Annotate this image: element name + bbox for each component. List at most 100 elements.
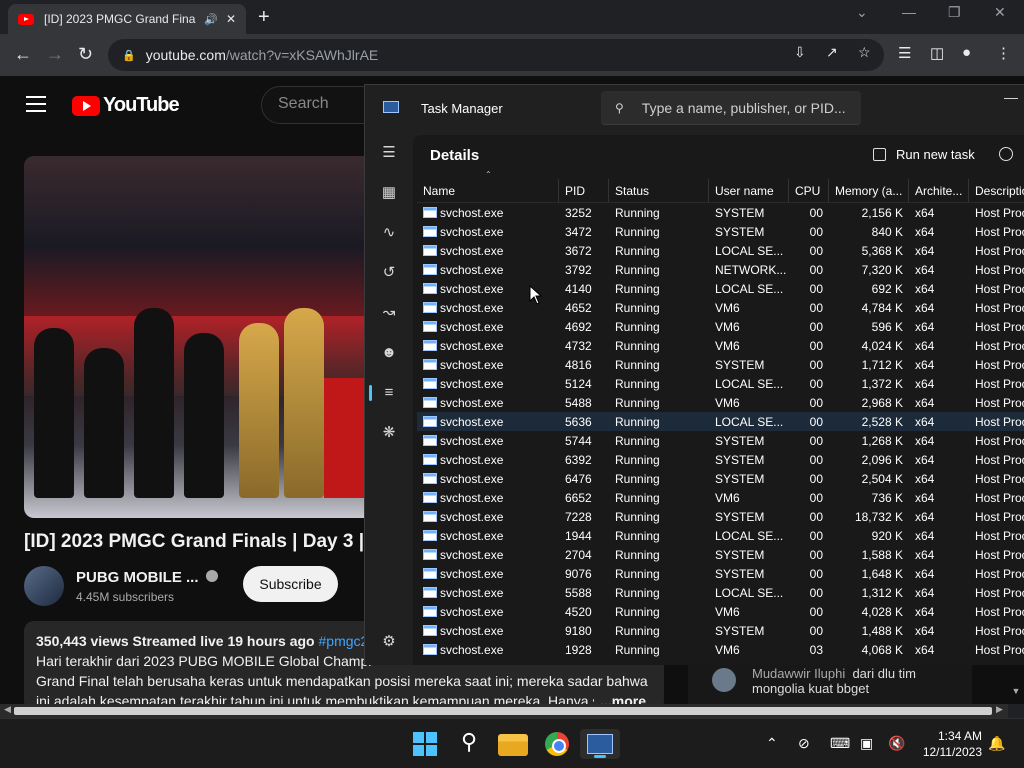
video-player[interactable] [24, 156, 364, 518]
hamburger-icon[interactable]: ☰ [379, 143, 399, 163]
file-explorer-icon[interactable] [498, 729, 528, 759]
table-cell-pid: 1944 [565, 529, 592, 543]
close-tab-icon[interactable]: ✕ [226, 12, 236, 26]
table-row[interactable]: svchost.exe 1928 Running VM6 03 4,068 K x64 Hos… [417, 640, 1024, 659]
chrome-menu-icon[interactable]: ⋮ [996, 44, 1011, 62]
run-new-task-button[interactable]: Run new task [873, 147, 975, 162]
speaker-icon[interactable]: 🔊 [204, 13, 218, 26]
table-row[interactable]: svchost.exe 4652 Running VM6 00 4,784 K x64 Hos… [417, 298, 1024, 317]
table-row[interactable]: svchost.exe 5744 Running SYSTEM 00 1,268 K x64… [417, 431, 1024, 450]
table-cell-user: VM6 [715, 396, 740, 410]
profile-icon[interactable]: ● [962, 44, 971, 61]
restore-icon[interactable]: ❐ [948, 4, 961, 21]
channel-name[interactable]: PUBG MOBILE ... [76, 569, 199, 586]
column-header-user[interactable]: User name [709, 179, 789, 202]
table-row[interactable]: svchost.exe 3672 Running LOCAL SE... 00 5,368… [417, 241, 1024, 260]
column-header-arch[interactable]: Archite... [909, 179, 969, 202]
back-icon[interactable]: ← [14, 44, 32, 65]
details-icon[interactable]: ≡ [369, 383, 399, 403]
task-manager-title: Task Manager [421, 101, 503, 116]
table-row[interactable]: svchost.exe 9180 Running SYSTEM 00 1,488 K x64… [417, 621, 1024, 640]
table-row[interactable]: svchost.exe 5588 Running LOCAL SE... 00 1,312… [417, 583, 1024, 602]
horizontal-scrollbar[interactable]: ◀ ▶ [0, 704, 1008, 718]
table-row[interactable]: svchost.exe 6392 Running SYSTEM 00 2,096 K x64… [417, 450, 1024, 469]
keyboard-icon[interactable]: ⌨ [830, 735, 850, 752]
process-icon [423, 321, 437, 332]
notifications-icon[interactable]: 🔔 [988, 735, 1005, 752]
table-row[interactable]: svchost.exe 4732 Running VM6 00 4,024 K x64 Hos… [417, 336, 1024, 355]
display-icon[interactable]: ▣ [860, 735, 873, 752]
table-row[interactable]: svchost.exe 6652 Running VM6 00 736 K x64 Host … [417, 488, 1024, 507]
close-window-icon[interactable]: ✕ [994, 4, 1006, 21]
bookmark-star-icon[interactable]: ☆ [858, 44, 871, 61]
scroll-down-icon[interactable]: ▼ [1008, 686, 1024, 702]
chrome-icon[interactable] [542, 729, 572, 759]
youtube-logo[interactable]: YouTube [72, 94, 180, 117]
task-manager-search-input[interactable]: ⚲ Type a name, publisher, or PID... [601, 91, 861, 125]
new-tab-button[interactable]: + [258, 6, 270, 29]
process-name: svchost.exe [440, 605, 504, 619]
scroll-left-icon[interactable]: ◀ [4, 704, 11, 715]
performance-icon[interactable]: ∿ [379, 223, 399, 243]
forward-icon[interactable]: → [46, 44, 64, 65]
tab-search-icon[interactable]: ⌄ [856, 4, 868, 21]
table-row[interactable]: svchost.exe 5124 Running LOCAL SE... 00 1,372… [417, 374, 1024, 393]
table-row[interactable]: svchost.exe 4520 Running VM6 00 4,028 K x64 Hos… [417, 602, 1024, 621]
table-cell-status: Running [615, 643, 660, 657]
address-bar[interactable]: 🔒 youtube.com/watch?v=xKSAWhJlrAE [108, 39, 884, 71]
system-clock[interactable]: 1:34 AM 12/11/2023 [918, 728, 982, 760]
table-cell-status: Running [615, 434, 660, 448]
browser-tab[interactable]: [ID] 2023 PMGC Grand Finals 🔊 ✕ [8, 4, 246, 34]
show-more-link[interactable]: ...more [594, 691, 646, 704]
table-row[interactable]: svchost.exe 5488 Running VM6 00 2,968 K x64 Hos… [417, 393, 1024, 412]
task-manager-taskbar-icon[interactable] [580, 729, 620, 759]
hashtag-link[interactable]: #pmgc2 [319, 633, 369, 649]
table-cell-cpu: 00 [809, 301, 823, 315]
table-row[interactable]: svchost.exe 3472 Running SYSTEM 00 840 K x64 Ho… [417, 222, 1024, 241]
install-icon[interactable]: ⇩ [794, 44, 806, 61]
table-row[interactable]: svchost.exe 2704 Running SYSTEM 00 1,588 K x64… [417, 545, 1024, 564]
scroll-right-icon[interactable]: ▶ [996, 704, 1003, 715]
column-header-memory[interactable]: Memory (a... [829, 179, 909, 202]
start-button[interactable] [410, 729, 440, 759]
processes-icon[interactable]: ▦ [379, 183, 399, 203]
minimize-icon[interactable]: — [1004, 89, 1018, 105]
volume-muted-icon[interactable]: 🔇 [888, 735, 905, 752]
column-header-pid[interactable]: PID [559, 179, 609, 202]
table-row[interactable]: svchost.exe 3252 Running SYSTEM 00 2,156 K x64… [417, 203, 1024, 222]
table-row[interactable]: svchost.exe 6476 Running SYSTEM 00 2,504 K x64… [417, 469, 1024, 488]
show-hidden-icons-icon[interactable]: ⌃ [766, 735, 778, 752]
side-panel-icon[interactable]: ◫ [930, 44, 944, 62]
scrollbar-thumb[interactable] [14, 707, 992, 715]
table-cell-cpu: 00 [809, 225, 823, 239]
users-icon[interactable]: ☻ [379, 343, 399, 363]
column-header-name[interactable]: Name [417, 179, 559, 202]
reload-icon[interactable]: ↻ [78, 44, 93, 65]
table-row[interactable]: svchost.exe 3792 Running NETWORK... 00 7,320 … [417, 260, 1024, 279]
settings-icon[interactable]: ⚙ [379, 632, 399, 652]
minimize-icon[interactable]: — [902, 4, 916, 20]
table-row[interactable]: svchost.exe 7228 Running SYSTEM 00 18,732 K x6… [417, 507, 1024, 526]
services-icon[interactable]: ❋ [379, 423, 399, 443]
column-header-description[interactable]: Descriptio [969, 179, 1024, 202]
end-task-icon[interactable] [999, 147, 1013, 161]
subscribe-button[interactable]: Subscribe [243, 566, 338, 602]
column-header-status[interactable]: Status [609, 179, 709, 202]
table-row[interactable]: svchost.exe 4692 Running VM6 00 596 K x64 Host … [417, 317, 1024, 336]
youtube-menu-icon[interactable] [26, 96, 46, 117]
lock-icon[interactable]: 🔒 [122, 49, 136, 62]
table-row[interactable]: svchost.exe 4816 Running SYSTEM 00 1,712 K x64… [417, 355, 1024, 374]
share-icon[interactable]: ↗ [826, 44, 838, 61]
table-row[interactable]: svchost.exe 1944 Running LOCAL SE... 00 920 K… [417, 526, 1024, 545]
table-row[interactable]: svchost.exe 4140 Running LOCAL SE... 00 692 K… [417, 279, 1024, 298]
app-history-icon[interactable]: ↺ [379, 263, 399, 283]
media-controls-icon[interactable]: ☰ [898, 44, 911, 62]
search-icon[interactable]: ⚲ [454, 729, 484, 759]
table-row[interactable]: svchost.exe 9076 Running SYSTEM 00 1,648 K x64… [417, 564, 1024, 583]
column-header-cpu[interactable]: CPU [789, 179, 829, 202]
table-cell-name: svchost.exe [417, 545, 559, 564]
network-icon[interactable]: ⊘ [798, 735, 810, 752]
startup-icon[interactable]: ↝ [379, 303, 399, 323]
table-row[interactable]: svchost.exe 5636 Running LOCAL SE... 00 2,528… [417, 412, 1024, 431]
channel-avatar[interactable] [24, 566, 64, 606]
